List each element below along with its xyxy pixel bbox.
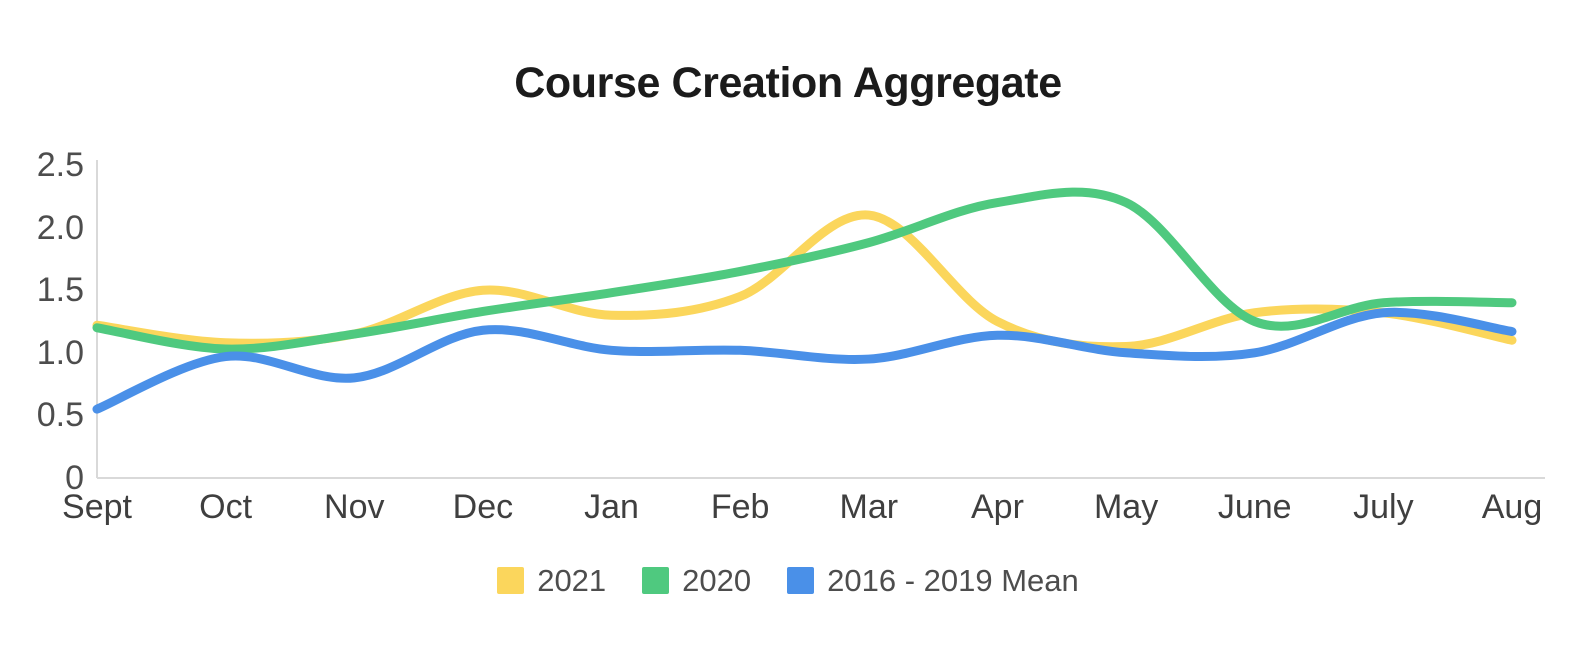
legend-item[interactable]: 2020 [642,565,751,596]
chart-legend: 2021 2020 2016 - 2019 Mean [0,565,1576,596]
x-axis-tick: Feb [710,488,770,526]
x-axis-tick: May [1093,488,1159,526]
y-axis-tick: 2.0 [36,208,84,247]
plot-area [0,0,1576,654]
x-axis-tick: Oct [199,488,253,526]
legend-item-label: 2016 - 2019 Mean [827,563,1079,598]
x-axis-tick: Sept [62,488,132,526]
legend-swatch-icon [497,567,525,594]
x-axis-tick: Jan [584,488,639,526]
x-axis-tick: Nov [324,488,385,526]
y-axis-tick-labels: 2.5 2.0 1.5 1.0 0.5 0 [0,0,84,654]
legend-item[interactable]: 2016 - 2019 Mean [787,565,1079,596]
legend-item[interactable]: 2021 [497,565,606,596]
x-axis-tick: July [1353,488,1414,526]
y-axis-tick: 1.5 [36,271,84,310]
x-axis-tick: Mar [839,488,899,526]
legend-swatch-icon [787,567,815,594]
legend-item-label: 2020 [682,563,752,598]
x-axis-tick: Dec [452,488,514,526]
x-axis-tick: June [1217,488,1292,526]
y-axis-tick: 1.0 [36,333,84,372]
y-axis-tick: 2.5 [36,146,84,184]
line-chart: Course Creation Aggregate 2.5 2.0 1.5 1.0 0.… [0,0,1576,654]
series-paths [92,187,1517,414]
y-axis-tick: 0.5 [36,396,84,435]
x-axis-tick-labels: Sept Oct Nov Dec Jan Feb Mar Apr May June July Aug [0,490,1576,536]
plot-svg [92,160,1545,479]
x-axis-tick: Aug [1481,488,1543,526]
legend-item-label: 2021 [537,563,607,598]
series-line-2020 [92,187,1517,354]
x-axis-tick: Apr [970,488,1024,526]
legend-swatch-icon [642,567,670,594]
